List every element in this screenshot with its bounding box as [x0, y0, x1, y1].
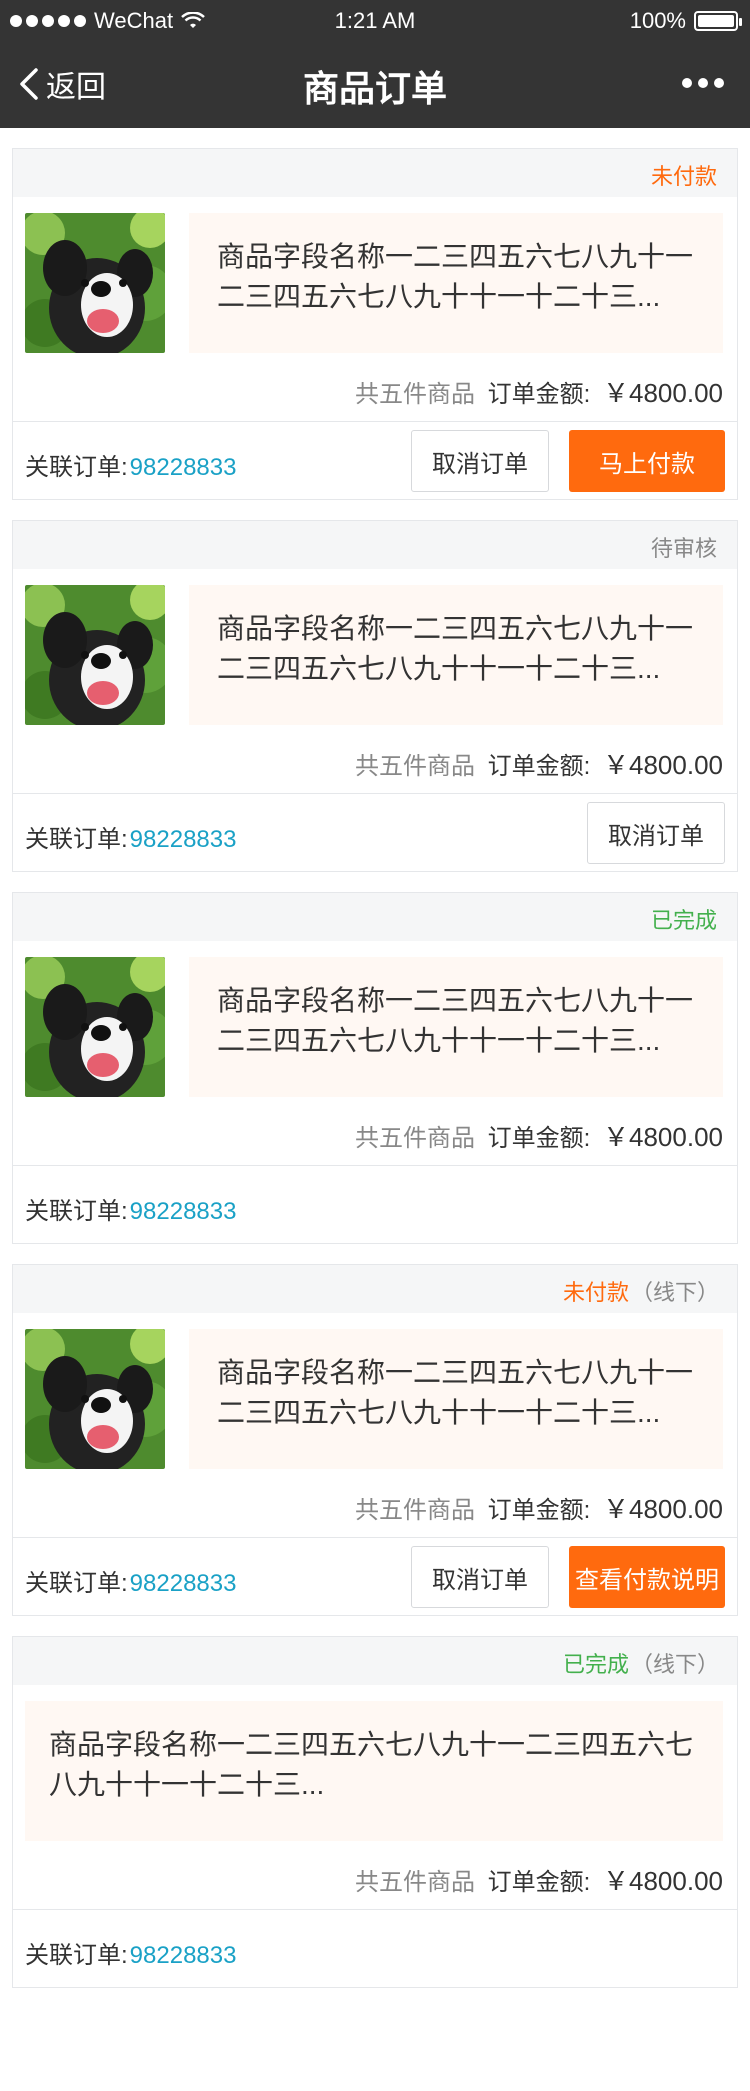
related-order-label: 关联订单:	[25, 1942, 128, 1969]
order-card: 未付款（线下） 商品字段名称一二三四五六七八九十一二三四五六七八九十十一十二十三…	[12, 1264, 738, 1616]
order-list: 未付款 商品字段名称一二三四五六七八九十一二三四五六七八九十十一十二十三... …	[12, 148, 738, 2008]
order-card-header: 待审核	[13, 521, 737, 569]
more-icon[interactable]	[682, 78, 724, 88]
product-thumbnail[interactable]	[25, 585, 165, 725]
battery-percent: 100%	[629, 8, 686, 33]
order-card: 已完成 商品字段名称一二三四五六七八九十一二三四五六七八九十十一十二十三... …	[12, 892, 738, 1244]
product-name[interactable]: 商品字段名称一二三四五六七八九十一二三四五六七八九十十一十二十三...	[189, 585, 723, 725]
product-name[interactable]: 商品字段名称一二三四五六七八九十一二三四五六七八九十十一十二十三...	[189, 1329, 723, 1469]
related-order: 关联订单:98228833	[25, 447, 236, 482]
order-amount: ￥4800.00	[603, 1122, 723, 1152]
status-note: （线下）	[630, 1652, 719, 1677]
item-count: 共五件商品	[355, 1497, 475, 1524]
product-name[interactable]: 商品字段名称一二三四五六七八九十一二三四五六七八九十十一十二十三...	[189, 957, 723, 1097]
order-footer: 关联订单:98228833	[13, 1165, 737, 1243]
related-order: 关联订单:98228833	[25, 1563, 236, 1598]
order-summary: 共五件商品 订单金额: ￥4800.00	[13, 741, 737, 793]
product-row[interactable]: 商品字段名称一二三四五六七八九十一二三四五六七八九十十一十二十三...	[13, 569, 737, 741]
product-thumbnail[interactable]	[25, 957, 165, 1097]
order-footer: 关联订单:98228833	[13, 1909, 737, 1987]
cancel-order-button[interactable]: 取消订单	[587, 802, 725, 864]
status-label: 待审核	[650, 536, 717, 561]
product-row[interactable]: 商品字段名称一二三四五六七八九十一二三四五六七八九十十一十二十三...	[13, 1685, 737, 1857]
item-count: 共五件商品	[355, 381, 475, 408]
status-label: 已完成	[562, 1652, 629, 1677]
battery-area: 100%	[629, 8, 742, 34]
product-name[interactable]: 商品字段名称一二三四五六七八九十一二三四五六七八九十十一十二十三...	[25, 1701, 723, 1841]
order-summary: 共五件商品 订单金额: ￥4800.00	[13, 1857, 737, 1909]
product-thumbnail[interactable]	[25, 213, 165, 353]
item-count: 共五件商品	[355, 753, 475, 780]
related-order-link[interactable]: 98228833	[130, 1570, 237, 1597]
order-status: 已完成	[651, 903, 719, 935]
order-amount: ￥4800.00	[603, 1494, 723, 1524]
related-order-link[interactable]: 98228833	[130, 826, 237, 853]
item-count: 共五件商品	[355, 1869, 475, 1896]
order-card-header: 已完成（线下）	[13, 1637, 737, 1685]
order-card-header: 未付款（线下）	[13, 1265, 737, 1313]
order-footer: 关联订单:98228833 取消订单	[13, 793, 737, 871]
navigation-bar: 返回 商品订单	[0, 42, 750, 128]
product-name[interactable]: 商品字段名称一二三四五六七八九十一二三四五六七八九十十一十二十三...	[189, 213, 723, 353]
order-card: 待审核 商品字段名称一二三四五六七八九十一二三四五六七八九十十一十二十三... …	[12, 520, 738, 872]
amount-label: 订单金额:	[487, 1869, 591, 1896]
product-row[interactable]: 商品字段名称一二三四五六七八九十一二三四五六七八九十十一十二十三...	[13, 941, 737, 1113]
product-thumbnail[interactable]	[25, 1329, 165, 1469]
related-order-link[interactable]: 98228833	[130, 1198, 237, 1225]
amount-label: 订单金额:	[487, 1125, 591, 1152]
status-bar: WeChat 1:21 AM 100%	[0, 0, 750, 42]
order-summary: 共五件商品 订单金额: ￥4800.00	[13, 1485, 737, 1537]
amount-label: 订单金额:	[487, 381, 591, 408]
order-amount: ￥4800.00	[603, 378, 723, 408]
related-order-label: 关联订单:	[25, 1198, 128, 1225]
order-card: 已完成（线下） 商品字段名称一二三四五六七八九十一二三四五六七八九十十一十二十三…	[12, 1636, 738, 1988]
related-order: 关联订单:98228833	[25, 1935, 236, 1970]
order-footer: 关联订单:98228833 取消订单 马上付款	[13, 421, 737, 499]
related-order: 关联订单:98228833	[25, 819, 236, 854]
status-label: 未付款	[562, 1280, 629, 1305]
order-card: 未付款 商品字段名称一二三四五六七八九十一二三四五六七八九十十一十二十三... …	[12, 148, 738, 500]
related-order-label: 关联订单:	[25, 454, 128, 481]
order-footer: 关联订单:98228833 取消订单 查看付款说明	[13, 1537, 737, 1615]
related-order-link[interactable]: 98228833	[130, 1942, 237, 1969]
product-row[interactable]: 商品字段名称一二三四五六七八九十一二三四五六七八九十十一十二十三...	[13, 1313, 737, 1485]
order-summary: 共五件商品 订单金额: ￥4800.00	[13, 369, 737, 421]
related-order-label: 关联订单:	[25, 1570, 128, 1597]
top-bar: WeChat 1:21 AM 100% 返回 商品订单	[0, 0, 750, 128]
order-status: 已完成（线下）	[563, 1647, 719, 1679]
related-order: 关联订单:98228833	[25, 1191, 236, 1226]
order-status: 未付款	[651, 159, 719, 191]
cancel-order-button[interactable]: 取消订单	[411, 1546, 549, 1608]
amount-label: 订单金额:	[487, 753, 591, 780]
product-row[interactable]: 商品字段名称一二三四五六七八九十一二三四五六七八九十十一十二十三...	[13, 197, 737, 369]
related-order-label: 关联订单:	[25, 826, 128, 853]
cancel-order-button[interactable]: 取消订单	[411, 430, 549, 492]
view-payment-instructions-button[interactable]: 查看付款说明	[569, 1546, 725, 1608]
order-summary: 共五件商品 订单金额: ￥4800.00	[13, 1113, 737, 1165]
order-card-header: 已完成	[13, 893, 737, 941]
related-order-link[interactable]: 98228833	[130, 454, 237, 481]
order-amount: ￥4800.00	[603, 1866, 723, 1896]
order-amount: ￥4800.00	[603, 750, 723, 780]
order-card-header: 未付款	[13, 149, 737, 197]
battery-icon	[694, 11, 742, 31]
pay-now-button[interactable]: 马上付款	[569, 430, 725, 492]
order-status: 未付款（线下）	[563, 1275, 719, 1307]
order-status: 待审核	[651, 531, 719, 563]
page-title: 商品订单	[302, 68, 447, 109]
status-label: 未付款	[650, 164, 717, 189]
status-label: 已完成	[650, 908, 717, 933]
item-count: 共五件商品	[355, 1125, 475, 1152]
status-note: （线下）	[630, 1280, 719, 1305]
amount-label: 订单金额:	[487, 1497, 591, 1524]
